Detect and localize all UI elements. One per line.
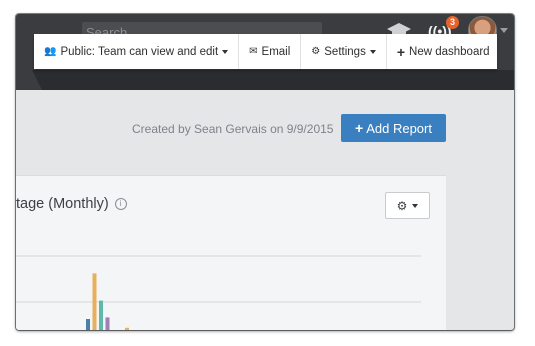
gear-icon: ⚙ (396, 198, 408, 213)
sharing-label: Public: Team can view and edit (60, 45, 219, 58)
dashboard-toolbar: 👥 Public: Team can view and edit ✉ Email… (34, 34, 497, 69)
report-settings-button[interactable]: ⚙ (385, 192, 430, 219)
email-label: Email (261, 45, 291, 58)
add-report-label: Add Report (366, 121, 432, 136)
chart-bar[interactable] (92, 273, 97, 330)
caret-down-icon (412, 203, 419, 208)
caret-down-icon (222, 49, 229, 54)
mail-icon: ✉ (249, 46, 258, 57)
new-dashboard-button[interactable]: + New dashboard (387, 34, 500, 69)
settings-label: Settings (324, 45, 366, 58)
report-title-text: tage (Monthly) (16, 196, 109, 212)
notification-badge: 3 (446, 16, 459, 29)
report-card: tage (Monthly) i ⚙ (16, 175, 446, 330)
add-report-button[interactable]: + Add Report (341, 114, 446, 142)
people-icon: 👥 (44, 46, 57, 57)
chart-bar[interactable] (125, 327, 129, 330)
plus-icon: + (355, 120, 364, 136)
report-title: tage (Monthly) i (16, 196, 127, 212)
app-window: Search ((•)) 3 👥 Public: Team can view a… (16, 14, 514, 330)
gear-icon: ⚙ (311, 46, 321, 57)
email-button[interactable]: ✉ Email (239, 34, 302, 69)
new-dashboard-label: New dashboard (409, 45, 490, 58)
chart-bar[interactable] (99, 300, 103, 330)
chart-bar[interactable] (105, 317, 110, 330)
subnav-bar (32, 70, 514, 90)
chart-bar[interactable] (86, 319, 90, 330)
settings-dropdown[interactable]: ⚙ Settings (301, 34, 387, 69)
created-by-text: Created by Sean Gervais on 9/9/2015 (132, 122, 334, 136)
bar-chart (16, 255, 421, 330)
sharing-dropdown[interactable]: 👥 Public: Team can view and edit (34, 34, 240, 69)
info-icon[interactable]: i (114, 198, 127, 211)
caret-down-icon (369, 49, 376, 54)
chevron-down-icon[interactable] (500, 28, 508, 33)
plus-icon: + (396, 43, 406, 60)
